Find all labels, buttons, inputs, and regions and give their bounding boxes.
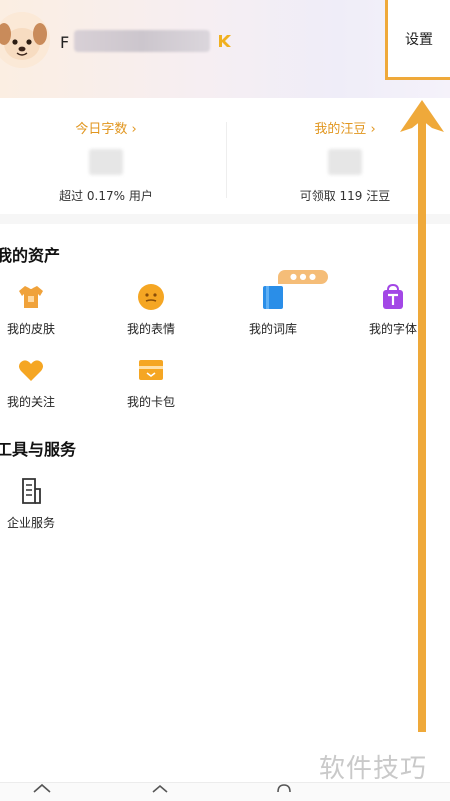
stat-words-desc: 超过 0.17% 用户: [59, 189, 153, 203]
bottom-nav: [0, 782, 450, 801]
asset-label: 我的卡包: [126, 395, 175, 409]
profile-header: F 设置: [0, 0, 450, 98]
watermark-text: 软件技巧: [319, 754, 428, 784]
book-icon: [263, 286, 283, 309]
document-icon: [22, 478, 41, 504]
emoji-icon: [138, 284, 164, 310]
asset-label: 我的皮肤: [6, 322, 55, 336]
asset-label: 我的关注: [6, 395, 55, 409]
asset-item-emoji[interactable]: 我的表情: [116, 282, 186, 337]
send-icon[interactable]: [150, 783, 170, 793]
stat-words-value-blurred: [89, 149, 123, 175]
asset-item-card[interactable]: 我的卡包: [116, 355, 186, 410]
username-initial: F: [60, 33, 70, 52]
asset-label: 我的表情: [126, 322, 175, 336]
assets-section-title: 我的资产: [0, 246, 61, 265]
home-icon[interactable]: [32, 783, 52, 793]
card-icon: [139, 360, 163, 380]
profile-tab-icon[interactable]: [274, 783, 294, 793]
settings-button[interactable]: 设置: [385, 0, 450, 80]
tool-label: 企业服务: [6, 516, 55, 530]
settings-label: 设置: [405, 31, 433, 48]
vip-k-icon[interactable]: [216, 32, 234, 50]
tshirt-icon: [19, 286, 43, 308]
dog-avatar-icon: [0, 12, 50, 68]
username-blurred: [74, 30, 210, 52]
asset-label: 我的词库: [248, 322, 297, 336]
section-separator: [0, 214, 450, 224]
tools-section-title: 工具与服务: [0, 440, 77, 459]
profile-screen: F 设置 今日字数 › 超过 0.17% 用户 我的汪豆 › 可领取 119 汪…: [0, 0, 450, 801]
avatar[interactable]: [0, 12, 50, 68]
stat-beans-value-blurred: [328, 149, 362, 175]
asset-item-lexicon[interactable]: 我的词库: [238, 282, 308, 337]
asset-item-skin[interactable]: 我的皮肤: [0, 282, 66, 337]
annotation-arrow-icon: [400, 100, 444, 732]
stat-words-title[interactable]: 今日字数 ›: [0, 118, 212, 137]
tool-item-enterprise[interactable]: 企业服务: [0, 476, 66, 531]
heart-icon: [19, 360, 43, 381]
asset-item-follow[interactable]: 我的关注: [0, 355, 66, 410]
stat-divider: [226, 122, 227, 198]
stats-panel: 今日字数 › 超过 0.17% 用户 我的汪豆 › 可领取 119 汪豆: [0, 106, 450, 206]
stat-words-today[interactable]: 今日字数 › 超过 0.17% 用户: [0, 106, 212, 204]
